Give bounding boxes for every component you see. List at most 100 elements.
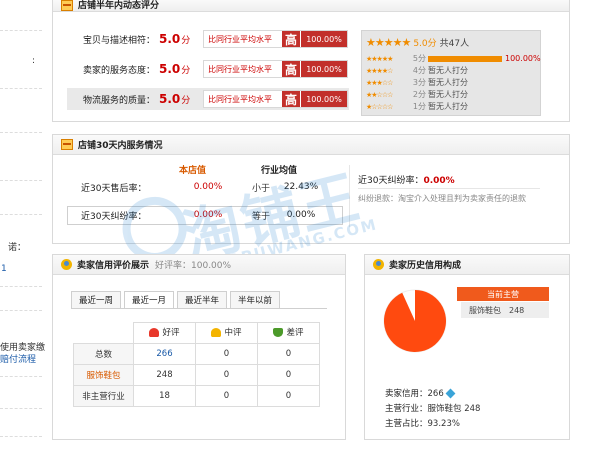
- service-label: 近30天售后率：: [81, 183, 147, 194]
- rating-unit: 分: [181, 95, 191, 106]
- compare-word: 小于: [251, 183, 270, 194]
- compare-bar: 比同行业平均水平 高 100.00%: [203, 30, 348, 48]
- rating-table: 好评 中评 差评 总数 266 0 0 服饰鞋包 248 0 0 非主营行业 1…: [73, 322, 320, 407]
- main-ratio-line: 主营占比：93.23%: [385, 417, 460, 429]
- shop-value: 0.00%: [193, 210, 223, 220]
- rating-score: 5.0: [159, 32, 181, 46]
- level-badge: 高: [282, 61, 300, 77]
- left-link-compensation[interactable]: 赔付流程: [0, 352, 36, 365]
- small-mark: 1: [1, 264, 7, 274]
- panel-header: 卖家信用评价展示 好评率：100.00%: [53, 255, 345, 275]
- tab-month[interactable]: 最近一月: [124, 291, 175, 309]
- tab-half-year[interactable]: 最近半年: [177, 291, 228, 309]
- credit-pie-chart: [383, 289, 447, 353]
- panel-title: 卖家历史信用构成: [389, 261, 462, 271]
- panel-header: 店铺半年内动态评分: [53, 0, 569, 12]
- rating-row: 卖家的服务态度： 5.0 分: [75, 58, 190, 80]
- table-row: 服饰鞋包 248 0 0: [73, 364, 320, 386]
- shop-icon: [61, 0, 73, 11]
- star-icons: ★★★☆☆: [366, 78, 393, 87]
- tab-underline: [71, 308, 327, 309]
- credit-line: 卖家信用：266: [385, 387, 456, 399]
- bad-count: 0: [257, 385, 320, 407]
- star-summary: ★★★★★ 5.0分 共47人: [366, 36, 469, 49]
- header-good-label: 好评: [162, 328, 180, 339]
- star-row-bar: [428, 55, 502, 62]
- header-mid-label: 中评: [224, 328, 242, 339]
- level-badge: 高: [282, 91, 300, 107]
- shop-icon: [61, 139, 73, 150]
- good-rating-icon: [149, 327, 160, 337]
- compare-percent: 100.00%: [301, 31, 347, 47]
- period-tabs: 最近一周 最近一月 最近半年 半年以前: [71, 291, 283, 309]
- pie-slice-main: [384, 290, 446, 352]
- small-mark: :: [32, 56, 36, 66]
- category-link[interactable]: 服饰鞋包: [73, 364, 134, 386]
- neutral-rating-icon: [211, 327, 222, 337]
- level-badge: 高: [282, 31, 300, 47]
- star-icons: ★☆☆☆☆: [366, 102, 393, 111]
- compare-text: 比同行业平均水平: [208, 34, 272, 44]
- star-row-label: 3分: [412, 78, 426, 87]
- rating-row: 宝贝与描述相符： 5.0 分: [75, 28, 190, 50]
- industry-value: 22.43%: [283, 182, 319, 192]
- ratio-value: 93.23%: [427, 419, 460, 429]
- service-row: 近30天售后率： 0.00% 小于 22.43%: [67, 177, 323, 197]
- rating-score: 5.0: [159, 62, 181, 76]
- good-count-link[interactable]: 266: [133, 343, 196, 365]
- star-row-label: 2分: [412, 90, 426, 99]
- compare-word: 等于: [251, 211, 270, 222]
- service-panel: 店铺30天内服务情况 本店值 行业均值 近30天售后率： 0.00% 小于 22…: [52, 134, 570, 244]
- table-corner: [73, 322, 134, 344]
- panel-header: 店铺30天内服务情况: [53, 135, 569, 155]
- compare-text: 比同行业平均水平: [208, 94, 272, 104]
- row-label: 非主营行业: [73, 385, 134, 407]
- category-tag: 服饰鞋包 248: [461, 302, 549, 318]
- star-icons: ★★★★☆: [366, 66, 393, 75]
- main-value: 服饰鞋包 248: [427, 404, 481, 414]
- panel-title: 店铺30天内服务情况: [78, 141, 163, 151]
- rating-row: 物流服务的质量： 5.0 分: [75, 88, 190, 110]
- star-row-label: 1分: [412, 102, 426, 111]
- star-row-label: 5分: [412, 54, 426, 63]
- industry-value: 0.00%: [286, 210, 316, 220]
- service-row: 近30天纠纷率： 0.00% 等于 0.00%: [67, 205, 323, 225]
- rating-label: 卖家的服务态度：: [82, 65, 155, 76]
- good-count: 248: [133, 364, 196, 386]
- credit-history-panel: 卖家历史信用构成 当前主营 服饰鞋包 248 卖家信用：266 主营行业：服饰鞋…: [364, 254, 570, 440]
- star-row-value: 暂无人打分: [428, 78, 468, 87]
- star-icons: ★★★★★: [366, 54, 393, 63]
- main-label: 主营行业：: [385, 404, 428, 414]
- header-bad-label: 差评: [286, 328, 304, 339]
- star-row: ★★★☆☆ 3分 暂无人打分: [366, 77, 468, 88]
- seller-icon: [61, 259, 72, 270]
- col-industry-header: 行业均值: [261, 166, 298, 176]
- tab-older[interactable]: 半年以前: [230, 291, 281, 309]
- credit-label: 卖家信用：: [385, 389, 428, 399]
- divider: [358, 188, 540, 189]
- panel-title: 卖家信用评价展示: [77, 261, 150, 271]
- left-text-promise: 诺：: [8, 243, 27, 253]
- star-score: 5.0分: [413, 39, 437, 49]
- rating-unit: 分: [181, 35, 191, 46]
- rating-score: 5.0: [159, 92, 181, 106]
- tab-week[interactable]: 最近一周: [71, 291, 122, 309]
- panel-title: 店铺半年内动态评分: [78, 1, 160, 11]
- star-row-value: 暂无人打分: [428, 66, 468, 75]
- compare-percent: 100.00%: [301, 91, 347, 107]
- table-header-row: 好评 中评 差评: [73, 322, 320, 344]
- dispute-rate: 近30天纠纷率：0.00%: [358, 173, 455, 186]
- header-good: 好评: [133, 322, 196, 344]
- rating-unit: 分: [181, 65, 191, 76]
- star-row: ★★★★☆ 4分 暂无人打分: [366, 65, 468, 76]
- good-rate: 好评率：100.00%: [155, 261, 232, 271]
- category-count: 248: [509, 305, 525, 315]
- credit-value: 266: [427, 389, 444, 399]
- col-shop-header: 本店值: [179, 166, 207, 176]
- rating-label: 宝贝与描述相符：: [82, 35, 155, 46]
- star-row-value: 暂无人打分: [428, 102, 468, 111]
- rating-label: 物流服务的质量：: [82, 95, 155, 106]
- bad-count: 0: [257, 364, 320, 386]
- dispute-label: 近30天纠纷率：: [358, 176, 424, 186]
- seller-icon: [373, 259, 384, 270]
